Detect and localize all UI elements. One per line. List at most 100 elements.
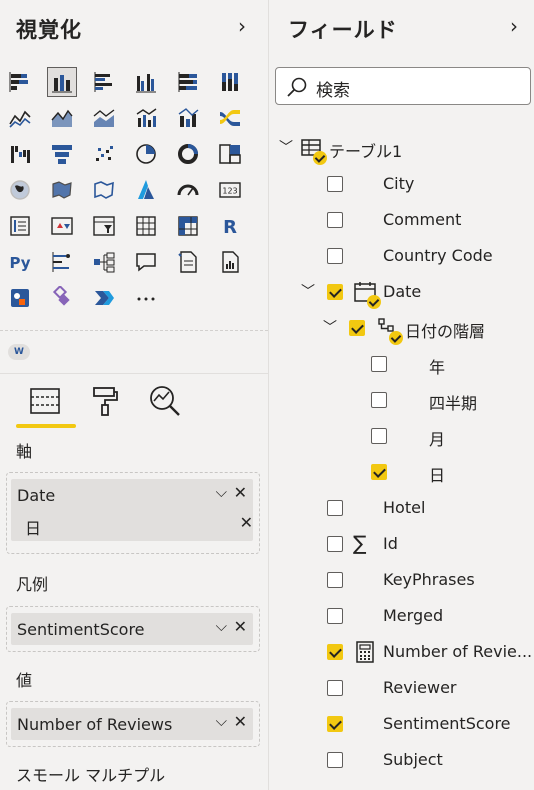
legend-field-remove-icon[interactable]: ✕: [234, 617, 247, 636]
matrix-icon[interactable]: [174, 212, 202, 240]
field-row[interactable]: 日: [269, 455, 534, 491]
qa-icon[interactable]: [132, 248, 160, 276]
table-icon[interactable]: [132, 212, 160, 240]
smart-narrative-icon[interactable]: [174, 248, 202, 276]
shape-map-icon[interactable]: [90, 176, 118, 204]
line-chart-icon[interactable]: [6, 104, 34, 132]
r-visual-icon[interactable]: R: [216, 212, 244, 240]
field-checkbox[interactable]: [327, 644, 343, 660]
values-field-pill[interactable]: Number of Reviews ⌵ ✕: [11, 708, 253, 740]
hierarchy-collapse-chevron-icon[interactable]: ﹀: [323, 317, 337, 337]
kpi-icon[interactable]: [48, 212, 76, 240]
field-row[interactable]: Comment: [269, 203, 534, 239]
custom-visual-badge[interactable]: W: [8, 344, 30, 360]
fields-search-input[interactable]: 検索: [275, 67, 531, 105]
analytics-tab-icon[interactable]: [148, 384, 182, 418]
power-apps-icon[interactable]: [6, 284, 34, 312]
map-icon[interactable]: [6, 176, 34, 204]
collapse-visualizations-chevron-icon[interactable]: ›: [238, 14, 246, 38]
collapse-fields-chevron-icon[interactable]: ›: [510, 14, 518, 38]
azure-map-icon[interactable]: [132, 176, 160, 204]
field-row[interactable]: Country Code: [269, 239, 534, 275]
field-checkbox[interactable]: [327, 536, 343, 552]
field-row[interactable]: KeyPhrases: [269, 563, 534, 599]
legend-field-pill[interactable]: SentimentScore ⌵ ✕: [11, 613, 253, 645]
decomposition-tree-icon[interactable]: [90, 248, 118, 276]
date-collapse-chevron-icon[interactable]: ﹀: [301, 281, 315, 301]
axis-field-remove-icon[interactable]: ✕: [234, 483, 247, 502]
field-row[interactable]: 年: [269, 347, 534, 383]
field-checkbox[interactable]: [327, 572, 343, 588]
axis-field-dropdown-icon[interactable]: ⌵: [216, 483, 227, 501]
field-checkbox[interactable]: [327, 752, 343, 768]
format-tab-icon[interactable]: [88, 384, 122, 418]
field-checkbox[interactable]: [371, 428, 387, 444]
python-visual-icon[interactable]: Py: [6, 248, 34, 276]
field-row[interactable]: Number of Revie...: [269, 635, 534, 671]
waterfall-icon[interactable]: [6, 140, 34, 168]
donut-chart-icon[interactable]: [174, 140, 202, 168]
hierarchy-row[interactable]: ﹀ 日付の階層: [269, 311, 534, 347]
axis-sub-field: 日 ✕: [25, 511, 253, 539]
field-checkbox[interactable]: [371, 392, 387, 408]
axis-field-pill[interactable]: Date ⌵ ✕ 日 ✕: [11, 479, 253, 541]
values-well[interactable]: Number of Reviews ⌵ ✕: [6, 701, 260, 747]
hierarchy-checkbox[interactable]: [349, 320, 365, 336]
field-checkbox[interactable]: [327, 248, 343, 264]
line-clustered-column-icon[interactable]: [132, 104, 160, 132]
date-field-row[interactable]: ﹀ Date: [269, 275, 534, 311]
paginated-report-icon[interactable]: [216, 248, 244, 276]
key-influencers-icon[interactable]: [48, 248, 76, 276]
field-checkbox[interactable]: [327, 608, 343, 624]
field-row[interactable]: SentimentScore: [269, 707, 534, 743]
scatter-icon[interactable]: [90, 140, 118, 168]
clustered-column-icon[interactable]: [132, 68, 160, 96]
field-row[interactable]: Merged: [269, 599, 534, 635]
date-checkbox[interactable]: [327, 284, 343, 300]
field-row[interactable]: ∑ Id: [269, 527, 534, 563]
field-checkbox[interactable]: [371, 356, 387, 372]
axis-well[interactable]: Date ⌵ ✕ 日 ✕: [6, 472, 260, 554]
ribbon-chart-icon[interactable]: [216, 104, 244, 132]
field-checkbox[interactable]: [327, 716, 343, 732]
filled-map-icon[interactable]: [48, 176, 76, 204]
slicer-icon[interactable]: [90, 212, 118, 240]
stacked-area-icon[interactable]: [90, 104, 118, 132]
table-collapse-chevron-icon[interactable]: ﹀: [279, 137, 293, 157]
line-stacked-column-icon[interactable]: [174, 104, 202, 132]
custom-visual-icon[interactable]: [48, 284, 76, 312]
field-checkbox[interactable]: [371, 464, 387, 480]
field-row[interactable]: City: [269, 167, 534, 203]
gauge-icon[interactable]: [174, 176, 202, 204]
field-checkbox[interactable]: [327, 500, 343, 516]
clustered-bar-icon[interactable]: [90, 68, 118, 96]
pie-chart-icon[interactable]: [132, 140, 160, 168]
values-field-remove-icon[interactable]: ✕: [234, 712, 247, 731]
field-checkbox[interactable]: [327, 680, 343, 696]
legend-field-dropdown-icon[interactable]: ⌵: [216, 617, 227, 635]
stacked-bar-icon[interactable]: [6, 68, 34, 96]
axis-sub-remove-icon[interactable]: ✕: [240, 513, 253, 532]
field-checkbox[interactable]: [327, 212, 343, 228]
field-row[interactable]: Reviewer: [269, 671, 534, 707]
field-row[interactable]: Subject: [269, 743, 534, 779]
more-visuals-icon[interactable]: [132, 284, 160, 312]
power-automate-icon[interactable]: [90, 284, 118, 312]
legend-well[interactable]: SentimentScore ⌵ ✕: [6, 606, 260, 652]
treemap-icon[interactable]: [216, 140, 244, 168]
multi-row-card-icon[interactable]: [6, 212, 34, 240]
100-stacked-bar-icon[interactable]: [174, 68, 202, 96]
100-stacked-column-icon[interactable]: [216, 68, 244, 96]
gallery-divider: [0, 330, 268, 331]
card-icon[interactable]: 123: [216, 176, 244, 204]
area-chart-icon[interactable]: [48, 104, 76, 132]
field-row[interactable]: 月: [269, 419, 534, 455]
field-row[interactable]: 四半期: [269, 383, 534, 419]
field-checkbox[interactable]: [327, 176, 343, 192]
fields-tab-icon[interactable]: [28, 384, 62, 418]
funnel-icon[interactable]: [48, 140, 76, 168]
table-row[interactable]: ﹀ テーブル1: [269, 131, 534, 167]
stacked-column-icon[interactable]: [47, 67, 77, 97]
values-field-dropdown-icon[interactable]: ⌵: [216, 712, 227, 730]
field-row[interactable]: Hotel: [269, 491, 534, 527]
